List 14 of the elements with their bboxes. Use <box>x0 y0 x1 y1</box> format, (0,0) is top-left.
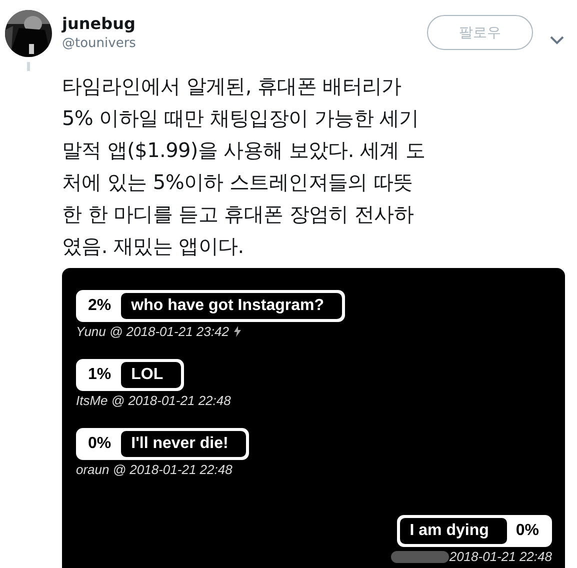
lightning-icon <box>234 326 241 337</box>
message-meta: Yunu @ 2018-01-21 23:42 <box>76 324 229 339</box>
tweet-text: 타임라인에서 알게된, 휴대폰 배터리가 5% 이하일 때만 채팅입장이 가능한 세기 말적 앱($1.99)을 사용해 보았다. 세계 도 처에 있는 5%이하 스트레인져들의 따뜻 한 한 마디를 듣고 휴대폰 장엄히 전사하 였음. 재밌는 앱이다. <box>62 73 426 260</box>
message-text: I'll never die! <box>121 431 246 457</box>
message-meta: oraun @ 2018-01-21 22:48 <box>76 462 232 477</box>
message-text: who have got Instagram? <box>121 293 342 319</box>
message-text: I am dying <box>400 518 507 544</box>
author-handle[interactable]: @tounivers <box>62 36 136 51</box>
message-meta: ItsMe @ 2018-01-21 22:48 <box>76 393 231 408</box>
author-name[interactable]: junebug <box>62 14 136 33</box>
message-text: LOL <box>121 362 182 388</box>
chevron-down-icon[interactable] <box>550 36 564 45</box>
redaction-mark <box>391 550 450 562</box>
message-meta: 2018-01-21 22:48 <box>449 549 552 564</box>
